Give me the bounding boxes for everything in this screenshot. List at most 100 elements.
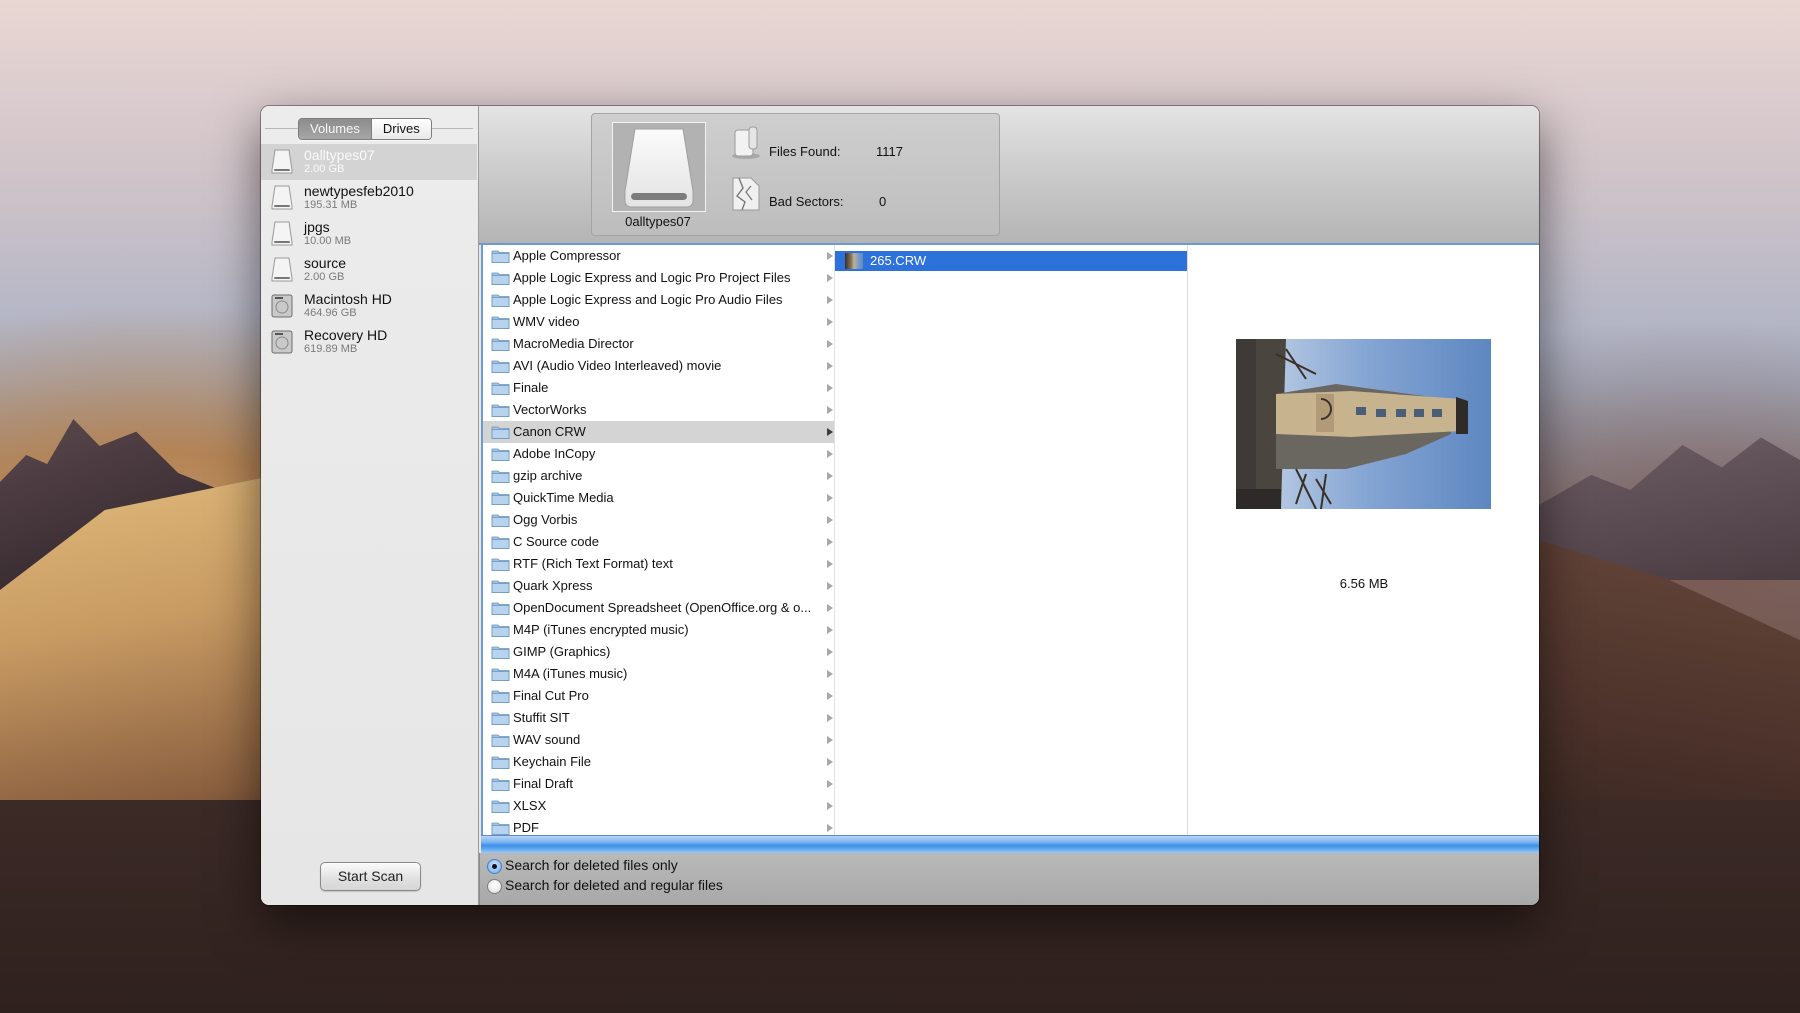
file-type-row[interactable]: RTF (Rich Text Format) text xyxy=(483,553,836,575)
file-type-row[interactable]: XLSX xyxy=(483,795,836,817)
file-type-row[interactable]: PDF xyxy=(483,817,836,835)
radio-button-checked[interactable] xyxy=(487,858,502,874)
external-drive-icon xyxy=(271,149,293,174)
file-type-label: Stuffit SIT xyxy=(513,710,570,725)
disclosure-arrow-icon xyxy=(827,384,833,392)
folder-icon xyxy=(491,668,510,681)
folder-icon xyxy=(491,756,510,769)
file-type-row[interactable]: Ogg Vorbis xyxy=(483,509,836,531)
disclosure-arrow-icon xyxy=(827,318,833,326)
file-type-label: VectorWorks xyxy=(513,402,587,417)
file-type-row[interactable]: M4P (iTunes encrypted music) xyxy=(483,619,836,641)
file-type-label: Adobe InCopy xyxy=(513,446,596,461)
external-drive-icon xyxy=(624,128,694,208)
folder-icon xyxy=(491,602,510,615)
file-type-row[interactable]: Final Draft xyxy=(483,773,836,795)
folder-icon xyxy=(491,800,510,813)
file-type-label: Ogg Vorbis xyxy=(513,512,578,527)
tab-volumes[interactable]: Volumes xyxy=(299,119,371,139)
folder-icon xyxy=(491,536,510,549)
file-type-label: XLSX xyxy=(513,798,547,813)
folder-icon xyxy=(491,712,510,725)
radio-label: Search for deleted files only xyxy=(505,857,678,873)
file-row[interactable]: 265.CRW xyxy=(835,251,1187,271)
volume-size: 619.89 MB xyxy=(304,343,358,355)
disclosure-arrow-icon xyxy=(827,340,833,348)
folder-icon xyxy=(491,778,510,791)
file-type-label: M4A (iTunes music) xyxy=(513,666,628,681)
file-type-row[interactable]: WMV video xyxy=(483,311,836,333)
file-type-label: Canon CRW xyxy=(513,424,586,439)
folder-icon xyxy=(491,382,510,395)
file-type-label: Apple Logic Express and Logic Pro Audio … xyxy=(513,292,783,307)
file-type-row[interactable]: Adobe InCopy xyxy=(483,443,836,465)
radio-label: Search for deleted and regular files xyxy=(505,877,723,893)
preview-file-size: 6.56 MB xyxy=(1339,576,1389,591)
start-scan-button[interactable]: Start Scan xyxy=(320,862,421,891)
internal-hard-drive-icon xyxy=(271,330,293,354)
file-type-row[interactable]: M4A (iTunes music) xyxy=(483,663,836,685)
file-type-row[interactable]: Apple Logic Express and Logic Pro Projec… xyxy=(483,267,836,289)
file-type-row[interactable]: WAV sound xyxy=(483,729,836,751)
volume-item[interactable]: jpgs 10.00 MB xyxy=(261,216,477,252)
disclosure-arrow-icon xyxy=(827,692,833,700)
file-type-row[interactable]: Final Cut Pro xyxy=(483,685,836,707)
file-type-row[interactable]: MacroMedia Director xyxy=(483,333,836,355)
folder-icon xyxy=(491,404,510,417)
external-drive-icon xyxy=(271,221,293,246)
volume-name: Macintosh HD xyxy=(304,291,392,307)
volume-item[interactable]: source 2.00 GB xyxy=(261,252,477,288)
file-type-label: WMV video xyxy=(513,314,580,329)
folder-icon xyxy=(491,646,510,659)
scan-progress-bar xyxy=(481,835,1539,854)
file-type-label: Finale xyxy=(513,380,549,395)
file-type-row[interactable]: Stuffit SIT xyxy=(483,707,836,729)
preview-column: 6.56 MB xyxy=(1187,245,1539,835)
file-type-label: OpenDocument Spreadsheet (OpenOffice.org… xyxy=(513,600,812,615)
disclosure-arrow-icon xyxy=(827,758,833,766)
volume-name: newtypesfeb2010 xyxy=(304,183,414,199)
file-type-row[interactable]: Finale xyxy=(483,377,836,399)
folder-icon xyxy=(491,316,510,329)
folder-icon xyxy=(491,690,510,703)
bad-sectors-label: Bad Sectors: xyxy=(769,194,844,209)
volume-item[interactable]: Macintosh HD 464.96 GB xyxy=(261,288,477,324)
file-type-label: RTF (Rich Text Format) text xyxy=(513,556,673,571)
file-type-row[interactable]: Keychain File xyxy=(483,751,836,773)
file-type-row[interactable]: Canon CRW xyxy=(483,421,836,443)
file-type-row[interactable]: GIMP (Graphics) xyxy=(483,641,836,663)
radio-button-unchecked[interactable] xyxy=(487,878,502,894)
file-type-row[interactable]: AVI (Audio Video Interleaved) movie xyxy=(483,355,836,377)
file-type-row[interactable]: C Source code xyxy=(483,531,836,553)
file-name: 265.CRW xyxy=(870,253,927,268)
disclosure-arrow-icon xyxy=(827,604,833,612)
disclosure-arrow-icon xyxy=(827,516,833,524)
file-type-row[interactable]: QuickTime Media xyxy=(483,487,836,509)
folder-icon xyxy=(491,624,510,637)
disclosure-arrow-icon xyxy=(827,450,833,458)
file-type-row[interactable]: Apple Compressor xyxy=(483,245,836,267)
file-type-row[interactable]: Quark Xpress xyxy=(483,575,836,597)
file-type-label: GIMP (Graphics) xyxy=(513,644,611,659)
image-preview xyxy=(1236,339,1491,509)
volume-item[interactable]: Recovery HD 619.89 MB xyxy=(261,324,477,360)
disclosure-arrow-icon xyxy=(827,560,833,568)
file-type-row[interactable]: gzip archive xyxy=(483,465,836,487)
file-type-row[interactable]: VectorWorks xyxy=(483,399,836,421)
file-type-row[interactable]: OpenDocument Spreadsheet (OpenOffice.org… xyxy=(483,597,836,619)
volume-item[interactable]: newtypesfeb2010 195.31 MB xyxy=(261,180,477,216)
volume-list: 0alltypes07 2.00 GB newtypesfeb2010 195.… xyxy=(261,144,477,360)
file-type-label: gzip archive xyxy=(513,468,583,483)
file-type-label: M4P (iTunes encrypted music) xyxy=(513,622,689,637)
volume-size: 2.00 GB xyxy=(304,163,345,175)
volume-item[interactable]: 0alltypes07 2.00 GB xyxy=(261,144,477,180)
volume-size: 464.96 GB xyxy=(304,307,357,319)
disclosure-arrow-icon xyxy=(827,494,833,502)
folder-icon xyxy=(491,558,510,571)
tab-drives[interactable]: Drives xyxy=(370,119,431,139)
disclosure-arrow-icon xyxy=(827,406,833,414)
radio-deleted-only[interactable]: Search for deleted files only xyxy=(487,857,678,874)
radio-deleted-and-regular[interactable]: Search for deleted and regular files xyxy=(487,877,723,894)
file-type-row[interactable]: Apple Logic Express and Logic Pro Audio … xyxy=(483,289,836,311)
folder-icon xyxy=(491,250,510,263)
